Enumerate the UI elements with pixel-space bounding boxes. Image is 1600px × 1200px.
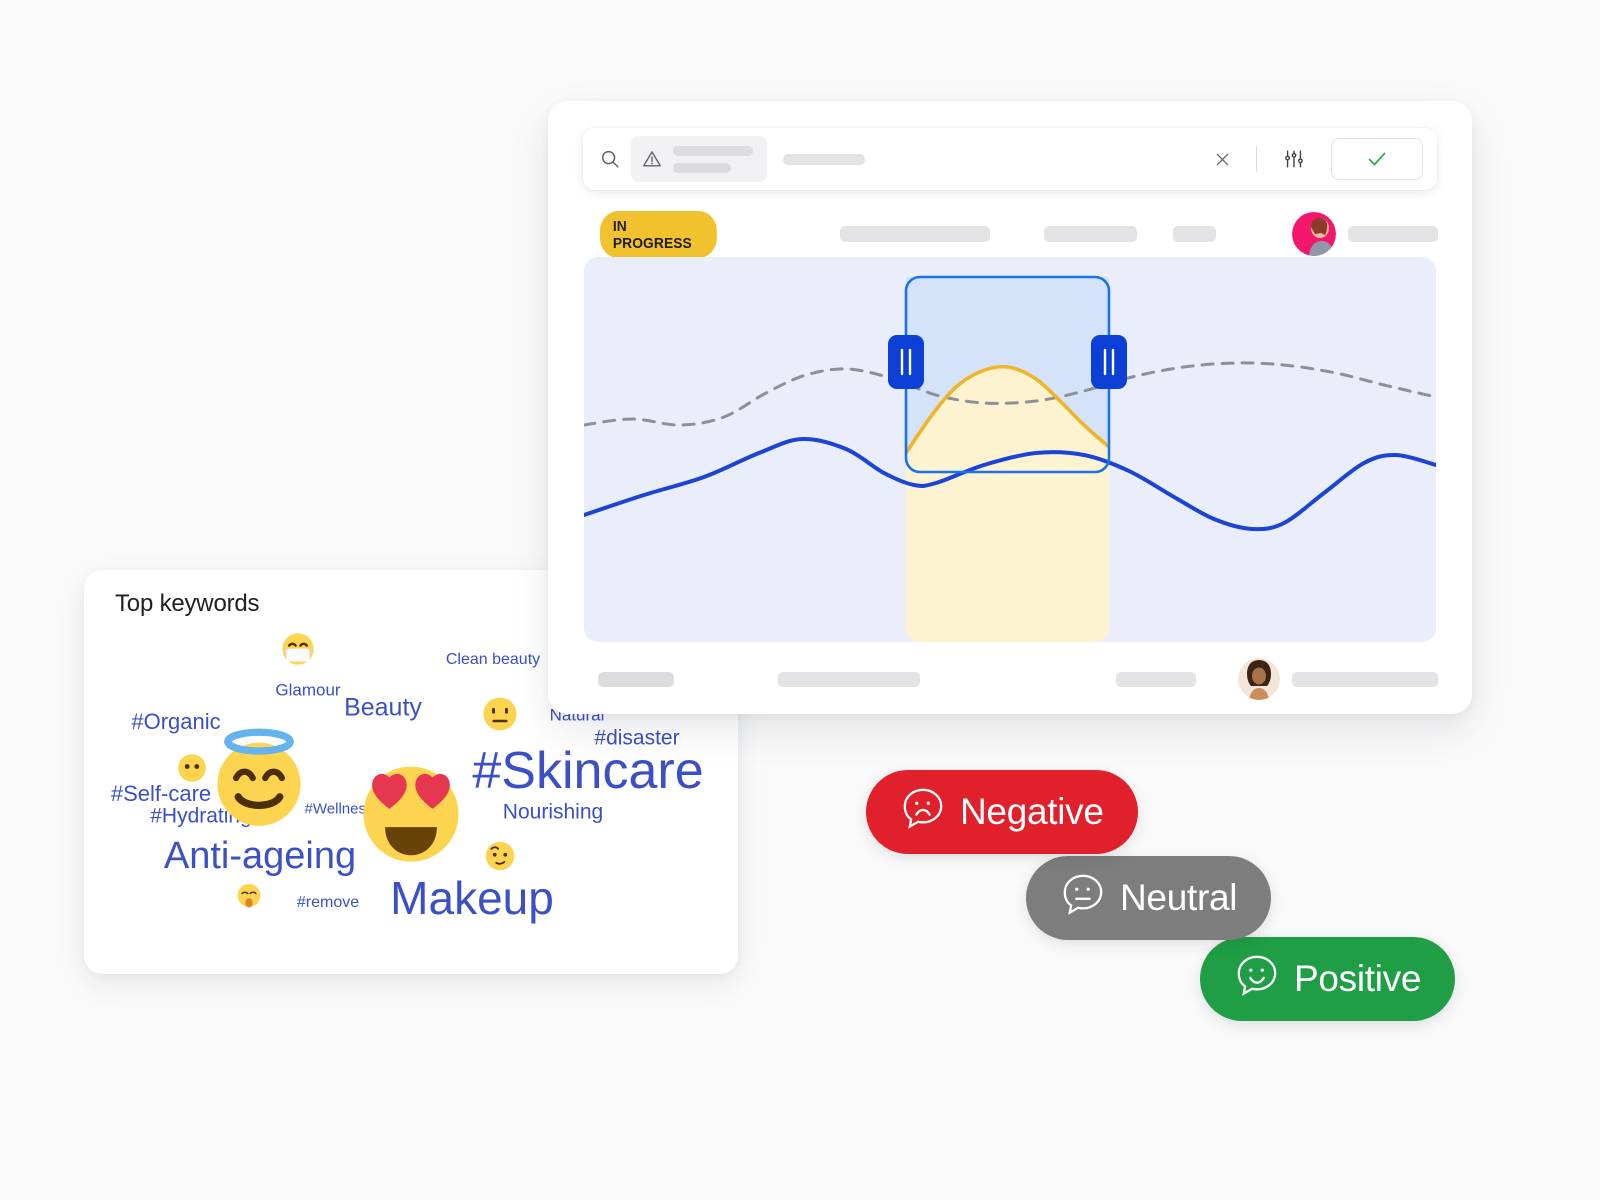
sad-face-bubble-icon	[900, 785, 946, 840]
keyword-item[interactable]: #Skincare	[472, 745, 703, 797]
sliders-filter-icon[interactable]	[1283, 148, 1305, 170]
warning-triangle-icon	[641, 148, 663, 170]
meta-placeholder-2	[1044, 226, 1137, 242]
search-bar[interactable]	[583, 128, 1437, 190]
keyword-item[interactable]: Glamour	[275, 682, 340, 699]
sleepy-face-emoji	[236, 883, 262, 909]
chart-canvas	[584, 275, 1436, 642]
close-x-icon[interactable]	[1213, 150, 1232, 169]
footer-placeholder-1	[598, 671, 675, 687]
keyword-item[interactable]: Clean beauty	[446, 652, 540, 668]
sentiment-pill-label: Positive	[1294, 958, 1422, 999]
keyword-item[interactable]: #disaster	[594, 728, 679, 749]
happy-face-bubble-icon	[1234, 952, 1280, 1007]
keyword-item[interactable]: #Self-care	[111, 783, 211, 805]
warning-chip-placeholder-lines	[673, 145, 753, 173]
face-with-raised-eyebrow-emoji	[485, 841, 516, 872]
status-meta-row: IN PROGRESS	[600, 210, 1438, 258]
meta-placeholder-3	[1172, 226, 1216, 242]
neutral-face-bubble-icon	[1060, 871, 1106, 926]
smiling-face-with-halo-emoji	[207, 720, 311, 834]
avatar[interactable]	[1291, 212, 1336, 256]
meta-placeholder-4	[1347, 226, 1438, 242]
footer-row	[598, 658, 1438, 700]
footer-placeholder-4	[1291, 671, 1438, 687]
face-with-medical-mask-emoji	[281, 632, 315, 666]
sentiment-pill-label: Negative	[960, 791, 1104, 832]
keyword-item[interactable]: Beauty	[344, 695, 422, 721]
status-badge: IN PROGRESS	[600, 210, 717, 258]
selection-handle-left[interactable]	[888, 335, 924, 389]
search-icon[interactable]	[599, 148, 621, 170]
dashboard-card: IN PROGRESS	[548, 101, 1472, 714]
warning-chip[interactable]	[631, 136, 767, 182]
toolbar-divider	[1256, 146, 1257, 172]
neutral-face-emoji	[482, 696, 518, 732]
neutral-face-small-emoji	[177, 753, 207, 783]
trend-chart[interactable]	[584, 257, 1436, 642]
footer-placeholder-2	[778, 671, 920, 687]
check-icon	[1365, 147, 1389, 171]
smiling-face-with-heart-eyes-emoji	[357, 758, 465, 866]
selection-handle-left-body[interactable]	[888, 335, 924, 389]
selection-handle-right[interactable]	[1091, 335, 1127, 389]
confirm-button[interactable]	[1331, 138, 1423, 180]
keyword-item[interactable]: #remove	[297, 895, 359, 911]
selection-handle-right-body[interactable]	[1091, 335, 1127, 389]
screen: Top keywords #Skincare Makeup Anti-ageing B…	[0, 0, 1600, 1200]
sentiment-pill-negative[interactable]: Negative	[866, 770, 1138, 854]
keyword-item[interactable]: Makeup	[390, 875, 554, 921]
footer-placeholder-3	[1115, 671, 1196, 687]
meta-placeholder-1	[839, 226, 991, 242]
keyword-item[interactable]: Nourishing	[503, 802, 603, 823]
sentiment-pill-positive[interactable]: Positive	[1200, 937, 1456, 1021]
sentiment-pill-label: Neutral	[1120, 877, 1238, 918]
keyword-item[interactable]: Anti-ageing	[164, 837, 356, 875]
avatar[interactable]	[1237, 658, 1280, 700]
search-input[interactable]	[783, 153, 865, 165]
sentiment-pill-neutral[interactable]: Neutral	[1026, 856, 1272, 940]
